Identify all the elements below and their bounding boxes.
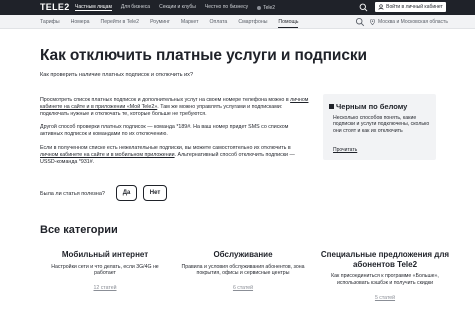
cabinet-login-button[interactable]: Войти в личный кабинет bbox=[375, 2, 446, 12]
user-icon bbox=[378, 4, 384, 10]
side-card: Черным по белому Несколько способов поня… bbox=[323, 94, 436, 160]
article-paragraph-3: Если в полученном списке есть нежелатель… bbox=[40, 145, 310, 166]
article-paragraph-1: Просмотреть список платных подписок и до… bbox=[40, 97, 310, 118]
nav-item-tariffs[interactable]: Тарифы bbox=[40, 19, 60, 25]
top-link-tele2[interactable]: Tele2 bbox=[257, 4, 275, 11]
category-title[interactable]: Мобильный интернет bbox=[40, 250, 170, 260]
feedback-question: Была ли статья полезна? bbox=[40, 191, 105, 197]
top-link-honest[interactable]: Честно по бизнесу bbox=[205, 4, 248, 11]
top-link-private[interactable]: Частным лицам bbox=[75, 4, 112, 11]
search-icon[interactable] bbox=[359, 3, 368, 12]
category-description: Настройки сети и что делать, если 3G/4G … bbox=[51, 263, 159, 277]
top-link-business[interactable]: Для бизнеса bbox=[121, 4, 150, 11]
region-label: Москва и Московская область bbox=[378, 19, 448, 25]
p3-text-a: Если в полученном списке есть нежелатель… bbox=[40, 145, 291, 151]
top-bar: TELE2 Частным лицам Для бизнеса Секции и… bbox=[0, 0, 475, 15]
main-nav: Тарифы Номера Перейти в Tele2 Роуминг Ма… bbox=[0, 15, 475, 29]
tele2-dot-icon bbox=[257, 5, 262, 10]
side-card-title-text: Черным по белому bbox=[336, 102, 408, 111]
article-paragraph-2: Другой способ проверки платных подписок … bbox=[40, 124, 289, 138]
article-subtitle: Как проверить наличие платных подписок и… bbox=[40, 72, 194, 78]
tele2-logo[interactable]: TELE2 bbox=[40, 2, 70, 12]
nav-item-roaming[interactable]: Роуминг bbox=[150, 19, 170, 25]
cabinet-web-app-link[interactable]: личном кабинете на сайте и в мобильном п… bbox=[40, 152, 175, 158]
category-count-link[interactable]: 6 статей bbox=[178, 285, 308, 291]
side-card-text: Несколько способов понять, какие подписк… bbox=[333, 115, 430, 134]
category-card[interactable]: Обслуживание Правила и условия обслужива… bbox=[178, 250, 308, 291]
top-links: Частным лицам Для бизнеса Секции и клубы… bbox=[75, 4, 275, 11]
category-card[interactable]: Специальные предложения для абонентов Te… bbox=[320, 250, 450, 301]
nav-item-help[interactable]: Помощь bbox=[278, 19, 299, 28]
category-card[interactable]: Мобильный интернет Настройки сети и что … bbox=[40, 250, 170, 291]
nav-item-smartphones[interactable]: Смартфоны bbox=[238, 19, 267, 25]
side-card-read-link[interactable]: Прочитать bbox=[333, 147, 357, 153]
categories-heading: Все категории bbox=[40, 224, 118, 236]
category-count-link[interactable]: 12 статей bbox=[40, 285, 170, 291]
category-title[interactable]: Обслуживание bbox=[178, 250, 308, 260]
top-link-clubs[interactable]: Секции и клубы bbox=[159, 4, 196, 11]
category-count-link[interactable]: 5 статей bbox=[320, 295, 450, 301]
category-title[interactable]: Специальные предложения для абонентов Te… bbox=[320, 250, 450, 269]
page-title: Как отключить платные услуги и подписки bbox=[40, 47, 367, 64]
p1-text-a: Просмотреть список платных подписок и до… bbox=[40, 97, 291, 103]
location-pin-icon bbox=[370, 19, 375, 25]
category-description: Правила и условия обслуживания абонентов… bbox=[181, 263, 305, 277]
nav-item-payment[interactable]: Оплата bbox=[209, 19, 227, 25]
search-icon[interactable] bbox=[355, 17, 365, 27]
feedback-yes-button[interactable]: Да bbox=[116, 185, 137, 201]
nav-item-numbers[interactable]: Номера bbox=[71, 19, 90, 25]
top-link-tele2-label: Tele2 bbox=[263, 4, 276, 11]
feedback-no-button[interactable]: Нет bbox=[143, 185, 167, 201]
region-selector[interactable]: Москва и Московская область bbox=[370, 19, 448, 25]
nav-item-market[interactable]: Маркет bbox=[181, 19, 199, 25]
side-card-title: Черным по белому bbox=[329, 102, 407, 111]
cabinet-login-label: Войти в личный кабинет bbox=[386, 4, 443, 10]
black-square-icon bbox=[329, 104, 334, 109]
nav-item-switch[interactable]: Перейти в Tele2 bbox=[100, 19, 139, 25]
nav-items: Тарифы Номера Перейти в Tele2 Роуминг Ма… bbox=[40, 19, 309, 28]
category-description: Как присоединиться к программе «Больше»,… bbox=[331, 273, 439, 286]
